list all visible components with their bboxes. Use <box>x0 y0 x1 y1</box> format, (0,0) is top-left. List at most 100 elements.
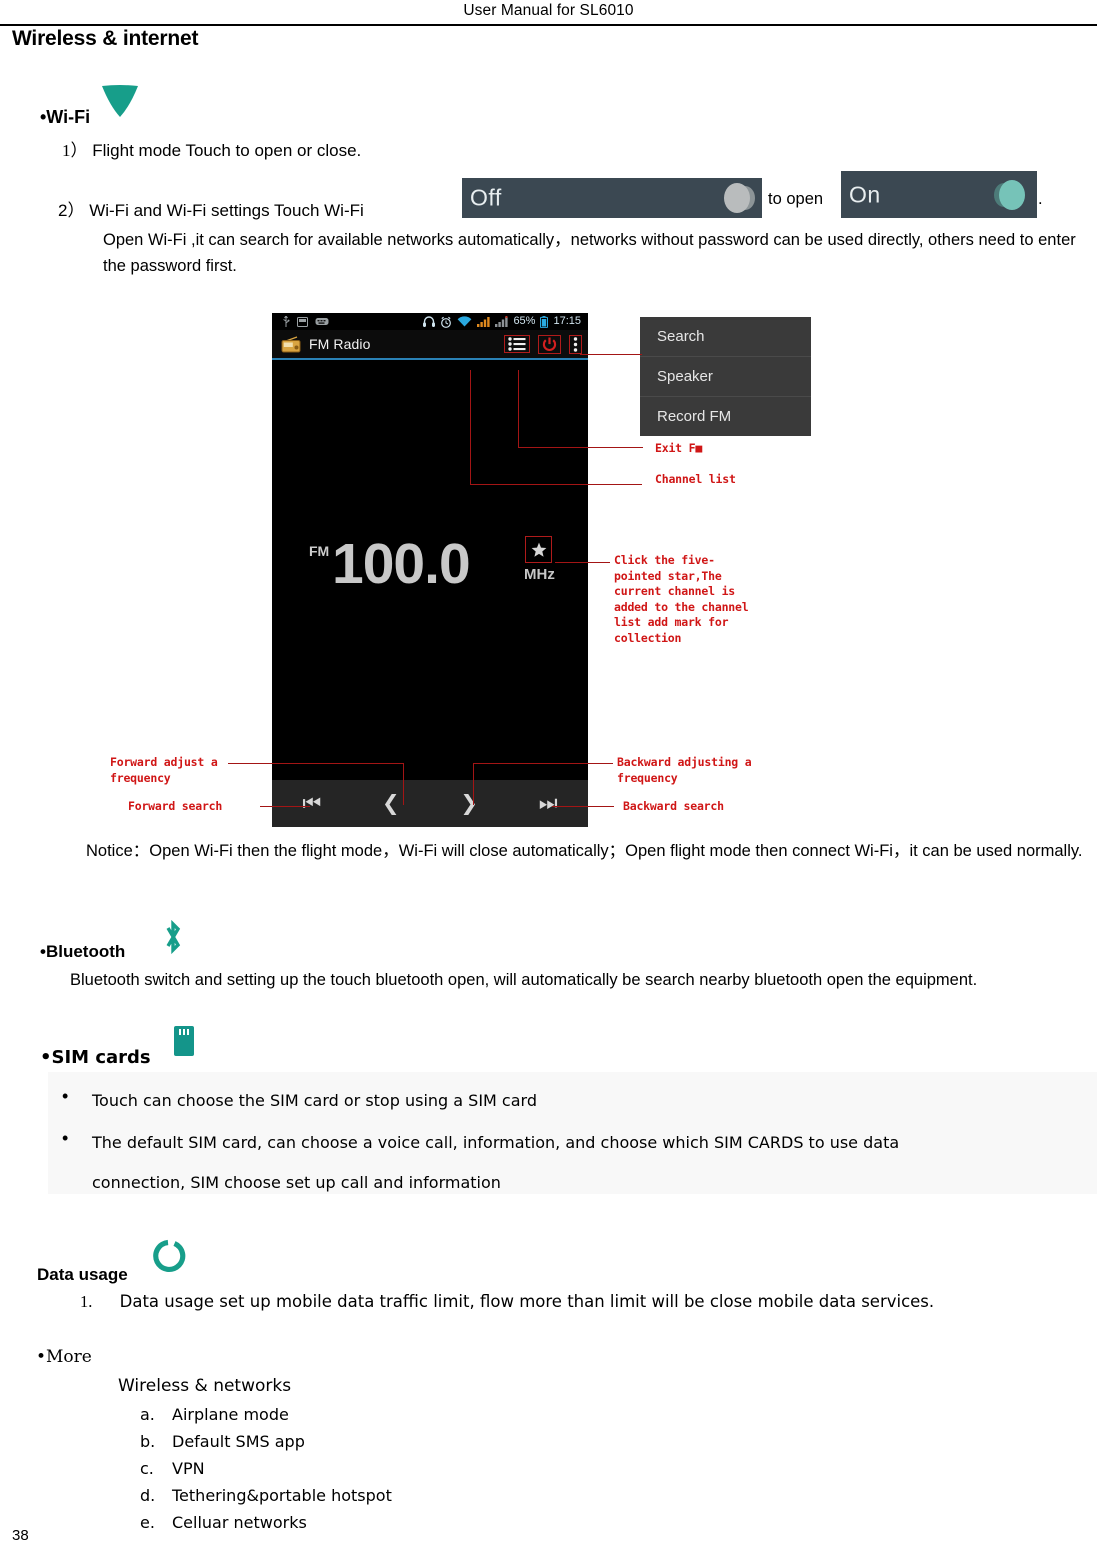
leader-channel-v <box>470 370 472 485</box>
more-heading: •More <box>36 1347 92 1367</box>
sentence-period: . <box>1038 190 1043 208</box>
data-usage-item-text: Data usage set up mobile data traffic li… <box>119 1292 935 1311</box>
wifi-toggle-on[interactable]: On <box>841 171 1037 218</box>
toggle-on-label: On <box>849 181 881 207</box>
more-item-c: c. VPN <box>140 1459 205 1478</box>
status-bar-clock: 17:15 <box>553 315 581 327</box>
leader-star <box>555 562 610 564</box>
status-bar-right-icons: 65% 17:15 <box>423 315 588 328</box>
signal-bars-2-icon <box>495 316 509 327</box>
status-bar: 65% 17:15 <box>272 313 588 330</box>
notice-text: Notice：Open Wi-Fi then the flight mode，W… <box>86 842 1083 860</box>
headphone-icon <box>423 316 436 327</box>
sd-card-icon <box>297 316 308 327</box>
annotation-forward-search: Forward search <box>128 799 223 813</box>
usb-icon <box>283 316 290 327</box>
more-label-e: Celluar networks <box>172 1513 307 1532</box>
bluetooth-heading: •Bluetooth <box>40 942 126 961</box>
document-page: User Manual for SL6010 Wireless & intern… <box>0 0 1097 1552</box>
more-label-d: Tethering&portable hotspot <box>172 1486 392 1505</box>
chevron-left-icon[interactable]: ❮ <box>382 793 400 814</box>
data-usage-item-number: 1. <box>80 1292 93 1311</box>
power-icon[interactable] <box>538 334 561 354</box>
toggle-off-label: Off <box>470 184 502 211</box>
app-bar: FM Radio <box>272 330 588 358</box>
channel-list-icon[interactable] <box>504 335 530 353</box>
leader-power-h <box>518 447 643 449</box>
wifi-toggle-off[interactable]: Off <box>462 178 762 218</box>
running-header: User Manual for SL6010 <box>463 2 634 19</box>
menu-item-record-fm[interactable]: Record FM <box>640 397 811 436</box>
leader-forward-adjust-h <box>228 763 404 765</box>
toggle-knob-off <box>724 183 750 213</box>
wifi-triangle-icon <box>100 84 140 118</box>
battery-percent: 65% <box>513 315 536 327</box>
leader-backward-search <box>552 806 614 808</box>
sim-bullet-1: • <box>62 1086 69 1106</box>
leader-overflow-menu <box>580 354 642 356</box>
annotation-forward-adjust: Forward adjust a frequency <box>110 755 218 785</box>
annotation-star: Click the five- pointed star,The current… <box>614 553 749 645</box>
more-label-a: Airplane mode <box>172 1405 289 1424</box>
leader-forward-search <box>260 806 310 808</box>
annotation-channel-list: Channel list <box>655 472 736 486</box>
sim-bullet-text-2-cont: connection, SIM choose set up call and i… <box>92 1173 501 1192</box>
bluetooth-icon <box>160 919 186 960</box>
battery-icon <box>540 315 549 328</box>
annotation-backward-adjust: Backward adjusting a frequency <box>617 755 752 785</box>
sim-bullet-text-2: The default SIM card, can choose a voice… <box>92 1133 900 1152</box>
leader-backward-adjust-h <box>473 763 613 765</box>
wifi-heading: •Wi-Fi <box>40 107 91 127</box>
page-title: Wireless & internet <box>12 27 199 50</box>
app-title: FM Radio <box>309 336 371 352</box>
alarm-clock-icon <box>441 316 452 328</box>
to-open-text: to open <box>768 190 824 208</box>
wifi-list-item-1: 1） Flight mode Touch to open or close. <box>62 136 361 161</box>
skip-previous-icon[interactable]: ⏮ <box>302 793 321 814</box>
signal-bars-icon <box>477 317 491 327</box>
sim-bullet-2: • <box>62 1128 69 1148</box>
keyboard-icon <box>315 318 329 325</box>
fm-radio-icon <box>281 335 301 352</box>
more-letter-c: c. <box>140 1459 154 1478</box>
data-usage-heading: Data usage <box>37 1265 128 1284</box>
list-text-2: Wi-Fi and Wi-Fi settings Touch Wi-Fi <box>89 201 364 220</box>
fm-unit-label: MHz <box>524 566 555 583</box>
list-number-1: 1） <box>62 141 88 160</box>
annotation-backward-search: Backward search <box>623 799 724 813</box>
leader-power-v <box>518 370 520 448</box>
more-label-c: VPN <box>172 1459 205 1478</box>
star-icon[interactable] <box>525 536 552 563</box>
fm-frequency: 100.0 <box>332 532 471 596</box>
sim-card-icon <box>172 1024 196 1063</box>
bluetooth-body: Bluetooth switch and setting up the touc… <box>70 971 978 989</box>
menu-item-search[interactable]: Search <box>640 317 811 357</box>
fm-radio-screenshot: 65% 17:15 FM Radio FM 100.0 MHz ⏮ ❮ ❯ ⏭ <box>272 313 588 827</box>
more-letter-b: b. <box>140 1432 156 1451</box>
data-usage-item: 1. Data usage set up mobile data traffic… <box>80 1292 934 1312</box>
more-letter-a: a. <box>140 1405 155 1424</box>
annotation-exit-fm: Exit F■ <box>655 441 703 455</box>
chevron-right-icon[interactable]: ❯ <box>460 793 478 814</box>
skip-next-icon[interactable]: ⏭ <box>539 793 558 814</box>
overflow-menu: Search Speaker Record FM <box>640 317 811 436</box>
header-rule <box>0 24 1097 26</box>
wifi-list-item-2: 2） Wi-Fi and Wi-Fi settings Touch Wi-Fi <box>58 196 364 221</box>
leader-channel-h <box>470 484 642 486</box>
toggle-knob-on <box>999 179 1025 210</box>
wifi-signal-icon <box>458 316 472 327</box>
page-number: 38 <box>12 1527 29 1544</box>
notice-paragraph: Notice：Open Wi-Fi then the flight mode，W… <box>52 838 1092 864</box>
leader-forward-adjust-v <box>403 763 405 805</box>
more-label-b: Default SMS app <box>172 1432 305 1451</box>
more-item-a: a. Airplane mode <box>140 1405 289 1424</box>
leader-backward-adjust-v <box>473 763 475 805</box>
app-bar-actions <box>504 334 588 354</box>
more-item-d: d. Tethering&portable hotspot <box>140 1486 392 1505</box>
more-letter-d: d. <box>140 1486 156 1505</box>
menu-item-speaker[interactable]: Speaker <box>640 357 811 397</box>
overflow-menu-icon[interactable] <box>569 334 582 354</box>
sim-cards-heading: •SIM cards <box>40 1047 151 1068</box>
fm-controls: ⏮ ❮ ❯ ⏭ <box>272 780 588 827</box>
list-text-1: Flight mode Touch to open or close. <box>92 141 362 160</box>
